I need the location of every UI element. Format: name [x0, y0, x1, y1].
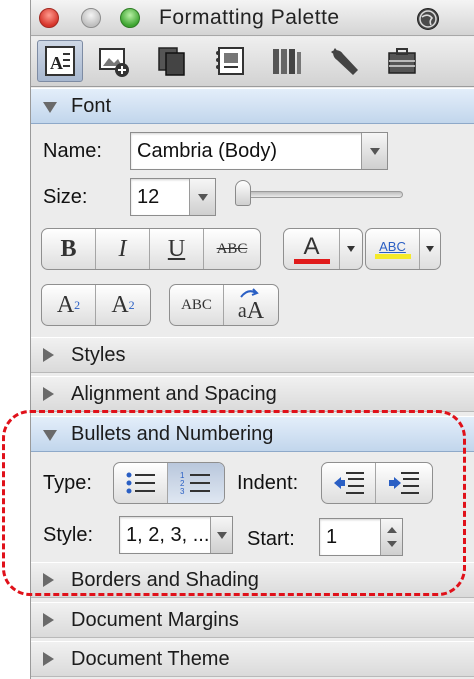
section-margins-header[interactable]: Document Margins	[31, 602, 474, 638]
font-size-combobox[interactable]: 12	[130, 178, 216, 216]
font-color-swatch	[293, 258, 330, 264]
disclosure-down-icon	[43, 102, 57, 113]
disclosure-right-icon	[43, 652, 54, 666]
chevron-down-icon	[347, 246, 355, 252]
strikethrough-button[interactable]: ABC	[204, 229, 260, 269]
script-group: A2 A2	[41, 284, 151, 326]
small-caps-button[interactable]: ABC	[170, 285, 224, 325]
section-alignment-label: Alignment and Spacing	[71, 383, 277, 405]
insert-image-icon[interactable]	[91, 40, 137, 82]
close-button[interactable]	[39, 8, 59, 28]
highlight-swatch	[374, 254, 411, 259]
chevron-down-icon[interactable]	[189, 179, 215, 215]
font-name-combobox[interactable]: Cambria (Body)	[130, 132, 388, 170]
subscript-button[interactable]: A2	[96, 285, 150, 325]
project-palette-icon[interactable]	[379, 40, 425, 82]
chevron-down-icon[interactable]	[361, 133, 387, 169]
superscript-button[interactable]: A2	[42, 285, 96, 325]
reference-tools-icon[interactable]	[263, 40, 309, 82]
section-font-label: Font	[71, 95, 112, 117]
section-theme-header[interactable]: Document Theme	[31, 641, 474, 677]
highlight-glyph: ABC	[379, 239, 406, 254]
change-case-button[interactable]: aA	[224, 285, 278, 325]
font-color-group: A	[283, 228, 363, 270]
window-title: Formatting Palette	[159, 6, 340, 29]
scrapbook-icon[interactable]	[207, 40, 253, 82]
font-color-button[interactable]: A	[284, 229, 340, 269]
section-styles-label: Styles	[71, 344, 126, 366]
section-styles-header[interactable]: Styles	[31, 337, 474, 373]
font-size-slider[interactable]	[235, 180, 403, 206]
font-name-value: Cambria (Body)	[137, 139, 278, 162]
font-color-glyph: A	[303, 232, 320, 260]
section-font-header[interactable]: Font	[31, 88, 474, 124]
section-theme-label: Document Theme	[71, 648, 230, 670]
section-margins-label: Document Margins	[71, 609, 239, 631]
chevron-down-icon	[426, 246, 434, 252]
name-label: Name:	[43, 140, 102, 162]
italic-button[interactable]: I	[96, 229, 150, 269]
text-format-icon[interactable]: A	[37, 40, 83, 82]
change-case-arrow-icon	[240, 288, 259, 298]
size-label: Size:	[43, 186, 88, 208]
disclosure-right-icon	[43, 613, 54, 627]
disclosure-right-icon	[43, 387, 54, 401]
highlight-button[interactable]: ABC	[366, 229, 420, 269]
text-style-group: B I U ABC	[41, 228, 261, 270]
globe-icon[interactable]	[417, 8, 439, 30]
bold-button[interactable]: B	[42, 229, 96, 269]
copy-icon[interactable]	[149, 40, 195, 82]
compatibility-wrench-icon[interactable]	[321, 40, 367, 82]
case-group: ABC aA	[169, 284, 279, 326]
slider-knob[interactable]	[235, 180, 251, 206]
highlight-dropdown[interactable]	[420, 229, 440, 269]
palette-toolbar: A	[31, 37, 474, 87]
font-size-value: 12	[137, 185, 160, 208]
svg-text:A: A	[50, 53, 63, 73]
highlight-group: ABC	[365, 228, 441, 270]
section-alignment-header[interactable]: Alignment and Spacing	[31, 376, 474, 412]
disclosure-right-icon	[43, 348, 54, 362]
highlight-callout	[2, 410, 466, 596]
font-panel: Name: Cambria (Body) Size: 12 B I U ABC …	[31, 124, 474, 336]
zoom-button[interactable]	[120, 8, 140, 28]
font-color-dropdown[interactable]	[340, 229, 362, 269]
minimize-button[interactable]	[81, 8, 101, 28]
title-bar: Formatting Palette	[31, 0, 474, 36]
underline-button[interactable]: U	[150, 229, 204, 269]
